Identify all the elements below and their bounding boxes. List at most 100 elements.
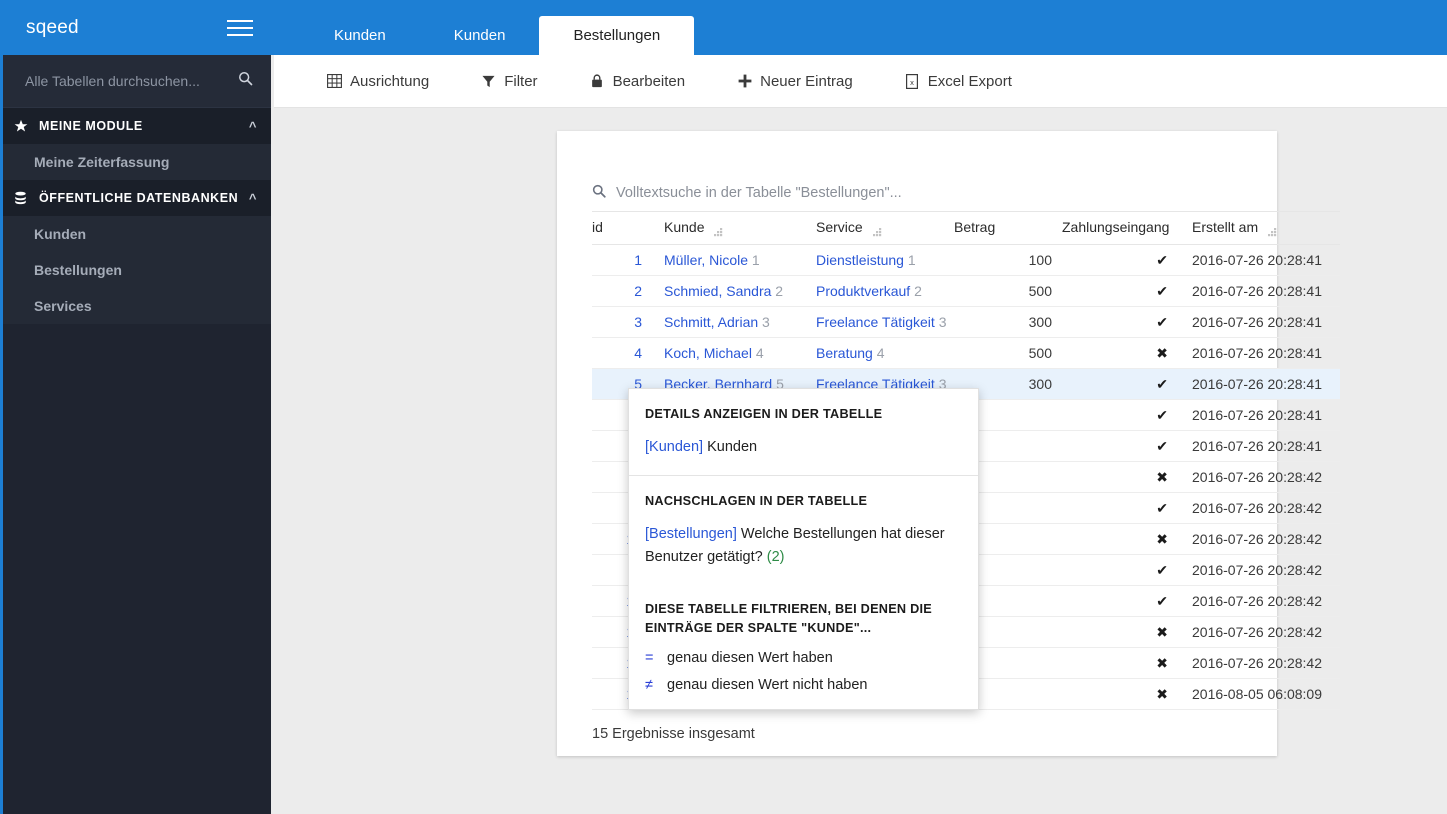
cell-service[interactable]: Produktverkauf 2	[802, 275, 954, 307]
cell-erstellt-am[interactable]: 2016-07-26 20:28:42	[1180, 523, 1340, 555]
kunde-link[interactable]: Koch, Michael	[664, 345, 752, 361]
cell-betrag[interactable]: 100	[954, 244, 1062, 276]
toolbar-button-ausrichtung[interactable]: Ausrichtung	[327, 73, 429, 90]
cell-erstellt-am[interactable]: 2016-07-26 20:28:41	[1180, 337, 1340, 369]
cell-service[interactable]: Beratung 4	[802, 337, 954, 369]
cell-betrag[interactable]: 500	[954, 275, 1062, 307]
column-header-kunde[interactable]: Kunde	[650, 211, 802, 245]
cell-zahlungseingang[interactable]: ✖	[1062, 678, 1180, 710]
table-search-bar[interactable]: Volltextsuche in der Tabelle "Bestellung…	[557, 131, 1277, 211]
cell-kunde[interactable]: Schmied, Sandra 2	[650, 275, 802, 307]
sidebar-item-kunden[interactable]: Kunden	[3, 216, 271, 252]
hamburger-menu-icon[interactable]	[210, 0, 270, 55]
chevron-up-icon[interactable]: ^	[249, 191, 257, 206]
sidebar-section-1[interactable]: ÖFFENTLICHE DATENBANKEN ^	[3, 180, 271, 216]
row-id-link[interactable]: 4	[634, 345, 642, 361]
cell-service[interactable]: Freelance Tätigkeit 3	[802, 306, 954, 338]
cell-erstellt-am[interactable]: 2016-07-26 20:28:41	[1180, 399, 1340, 431]
row-id-link[interactable]: 3	[634, 314, 642, 330]
toolbar-button-filter[interactable]: Filter	[481, 72, 538, 90]
cell-erstellt-am[interactable]: 2016-07-26 20:28:42	[1180, 461, 1340, 493]
table-row[interactable]: 3 Schmitt, Adrian 3 Freelance Tätigkeit 33…	[592, 306, 1340, 338]
cell-id[interactable]: 2	[592, 275, 650, 307]
column-header-betrag[interactable]: Betrag	[954, 211, 1062, 245]
sidebar-search-input[interactable]: Alle Tabellen durchsuchen...	[25, 73, 238, 89]
table-search-input[interactable]: Volltextsuche in der Tabelle "Bestellung…	[616, 185, 902, 201]
toolbar-button-excel-export[interactable]: x Excel Export	[905, 73, 1012, 90]
cell-kunde[interactable]: Schmitt, Adrian 3	[650, 306, 802, 338]
table-row[interactable]: 2 Schmied, Sandra 2 Produktverkauf 2 500 ✔ 20…	[592, 275, 1340, 307]
kunde-link[interactable]: Schmitt, Adrian	[664, 314, 758, 330]
cell-zahlungseingang[interactable]: ✔	[1062, 368, 1180, 400]
service-link[interactable]: Produktverkauf	[816, 283, 910, 299]
cell-erstellt-am[interactable]: 2016-07-26 20:28:42	[1180, 585, 1340, 617]
column-header-service[interactable]: Service	[802, 211, 954, 245]
kunde-link[interactable]: Müller, Nicole	[664, 252, 748, 268]
cell-erstellt-am[interactable]: 2016-08-05 06:08:09	[1180, 678, 1340, 710]
top-tab-0[interactable]: Kunden	[300, 16, 420, 55]
cell-id[interactable]: 3	[592, 306, 650, 338]
sidebar-search[interactable]: Alle Tabellen durchsuchen...	[3, 55, 271, 108]
cell-erstellt-am[interactable]: 2016-07-26 20:28:41	[1180, 306, 1340, 338]
sidebar-item-meine-zeiterfassung[interactable]: Meine Zeiterfassung	[3, 144, 271, 180]
toolbar-button-neuer-eintrag[interactable]: Neuer Eintrag	[737, 73, 853, 90]
cell-erstellt-am[interactable]: 2016-07-26 20:28:41	[1180, 244, 1340, 276]
cell-betrag[interactable]: 300	[954, 306, 1062, 338]
cell-id[interactable]: 4	[592, 337, 650, 369]
cell-zahlungseingang[interactable]: ✖	[1062, 461, 1180, 493]
cell-betrag[interactable]: 500	[954, 337, 1062, 369]
column-resize-grip-icon[interactable]	[872, 224, 882, 236]
column-header-zahlungseingang[interactable]: Zahlungseingang	[1062, 211, 1180, 245]
popup-table-link[interactable]: [Bestellungen]	[645, 526, 737, 542]
table-row[interactable]: 1 Müller, Nicole 1 Dienstleistung 1 100 ✔ 201…	[592, 244, 1340, 276]
cell-erstellt-am[interactable]: 2016-07-26 20:28:41	[1180, 430, 1340, 462]
popup-section-line[interactable]: [Bestellungen] Welche Bestellungen hat d…	[645, 523, 962, 568]
cell-zahlungseingang[interactable]: ✔	[1062, 554, 1180, 586]
cell-erstellt-am[interactable]: 2016-07-26 20:28:42	[1180, 492, 1340, 524]
cell-id[interactable]: 1	[592, 244, 650, 276]
toolbar-button-label: Filter	[504, 72, 538, 90]
cell-kunde[interactable]: Koch, Michael 4	[650, 337, 802, 369]
cell-erstellt-am[interactable]: 2016-07-26 20:28:42	[1180, 616, 1340, 648]
column-resize-grip-icon[interactable]	[714, 224, 723, 236]
top-tab-1[interactable]: Kunden	[420, 16, 540, 55]
column-resize-grip-icon[interactable]	[1268, 224, 1277, 236]
popup-section-line[interactable]: [Kunden] Kunden	[645, 436, 962, 458]
chevron-up-icon[interactable]: ^	[249, 119, 257, 134]
sidebar-item-services[interactable]: Services	[3, 288, 271, 324]
top-tab-2[interactable]: Bestellungen	[539, 16, 695, 55]
table-row[interactable]: 4 Koch, Michael 4 Beratung 4 500 ✖ 2016-07-26…	[592, 337, 1340, 369]
sidebar-item-bestellungen[interactable]: Bestellungen	[3, 252, 271, 288]
search-icon[interactable]	[238, 71, 253, 91]
row-id-link[interactable]: 2	[634, 283, 642, 299]
kunde-link[interactable]: Schmied, Sandra	[664, 283, 771, 299]
popup-filter-option-1[interactable]: ≠ genau diesen Wert nicht haben	[645, 677, 962, 693]
column-header-id[interactable]: id	[592, 211, 650, 245]
cell-zahlungseingang[interactable]: ✔	[1062, 430, 1180, 462]
cell-kunde[interactable]: Müller, Nicole 1	[650, 244, 802, 276]
cell-zahlungseingang[interactable]: ✔	[1062, 492, 1180, 524]
service-link[interactable]: Freelance Tätigkeit	[816, 314, 935, 330]
cell-zahlungseingang[interactable]: ✔	[1062, 244, 1180, 276]
cell-erstellt-am[interactable]: 2016-07-26 20:28:42	[1180, 554, 1340, 586]
cell-zahlungseingang[interactable]: ✖	[1062, 647, 1180, 679]
cell-erstellt-am[interactable]: 2016-07-26 20:28:42	[1180, 647, 1340, 679]
popup-filter-option-0[interactable]: = genau diesen Wert haben	[645, 650, 962, 666]
cell-erstellt-am[interactable]: 2016-07-26 20:28:41	[1180, 368, 1340, 400]
cell-zahlungseingang[interactable]: ✖	[1062, 523, 1180, 555]
cell-zahlungseingang[interactable]: ✖	[1062, 616, 1180, 648]
cell-zahlungseingang[interactable]: ✔	[1062, 306, 1180, 338]
column-header-erstellt-am[interactable]: Erstellt am	[1180, 211, 1340, 245]
service-link[interactable]: Beratung	[816, 345, 873, 361]
cell-zahlungseingang[interactable]: ✔	[1062, 275, 1180, 307]
cell-erstellt-am[interactable]: 2016-07-26 20:28:41	[1180, 275, 1340, 307]
toolbar-button-bearbeiten[interactable]: Bearbeiten	[590, 73, 685, 90]
popup-table-link[interactable]: [Kunden]	[645, 439, 703, 455]
service-link[interactable]: Dienstleistung	[816, 252, 904, 268]
cell-zahlungseingang[interactable]: ✖	[1062, 337, 1180, 369]
row-id-link[interactable]: 1	[634, 252, 642, 268]
cell-zahlungseingang[interactable]: ✔	[1062, 585, 1180, 617]
cell-zahlungseingang[interactable]: ✔	[1062, 399, 1180, 431]
sidebar-section-0[interactable]: MEINE MODULE ^	[3, 108, 271, 144]
cell-service[interactable]: Dienstleistung 1	[802, 244, 954, 276]
